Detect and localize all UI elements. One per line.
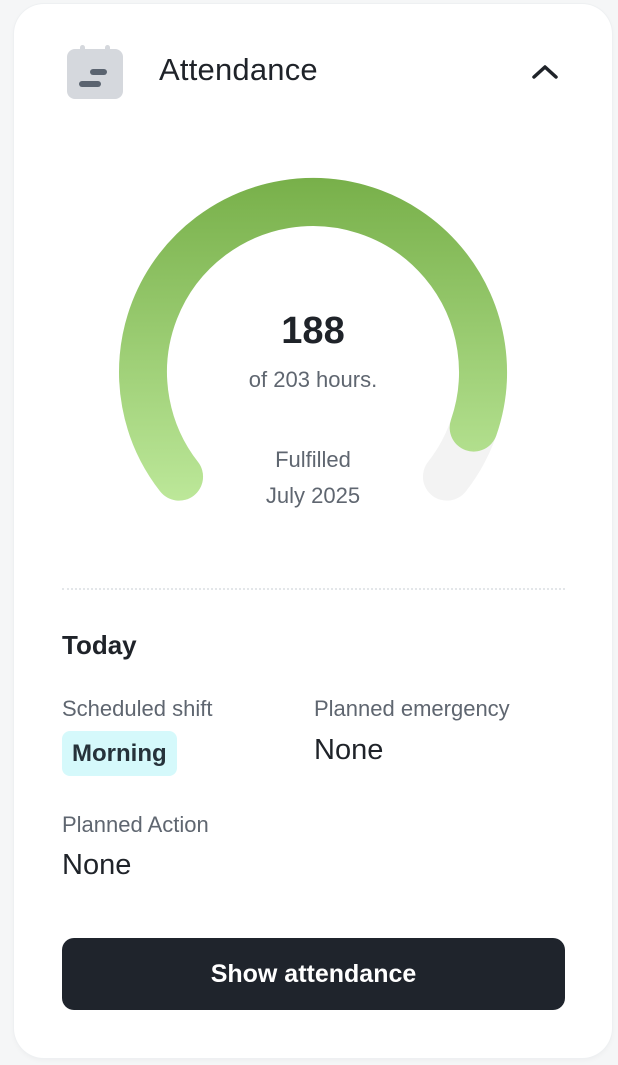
hours-total-text: of 203 hours. xyxy=(248,367,378,392)
today-heading: Today xyxy=(62,630,137,660)
shift-badge: Morning xyxy=(62,731,177,776)
planned-emergency-value: None xyxy=(314,734,384,766)
planned-action-value: None xyxy=(62,849,132,881)
hours-fulfilled-value: 188 xyxy=(281,310,345,352)
fulfilled-label: Fulfilled xyxy=(275,447,351,472)
scheduled-shift-label: Scheduled shift xyxy=(62,696,213,721)
attendance-card: Attendance 188 of 203 hours. Fulfilled J… xyxy=(14,4,612,1058)
card-header: Attendance xyxy=(14,4,612,144)
planned-action-label: Planned Action xyxy=(62,812,209,837)
period-label: July 2025 xyxy=(265,483,361,508)
calendar-icon xyxy=(67,45,123,99)
chevron-up-icon[interactable] xyxy=(527,58,563,84)
show-attendance-button[interactable]: Show attendance xyxy=(62,938,565,1010)
planned-emergency-label: Planned emergency xyxy=(314,696,510,721)
card-title: Attendance xyxy=(159,52,318,87)
section-divider xyxy=(62,588,565,590)
